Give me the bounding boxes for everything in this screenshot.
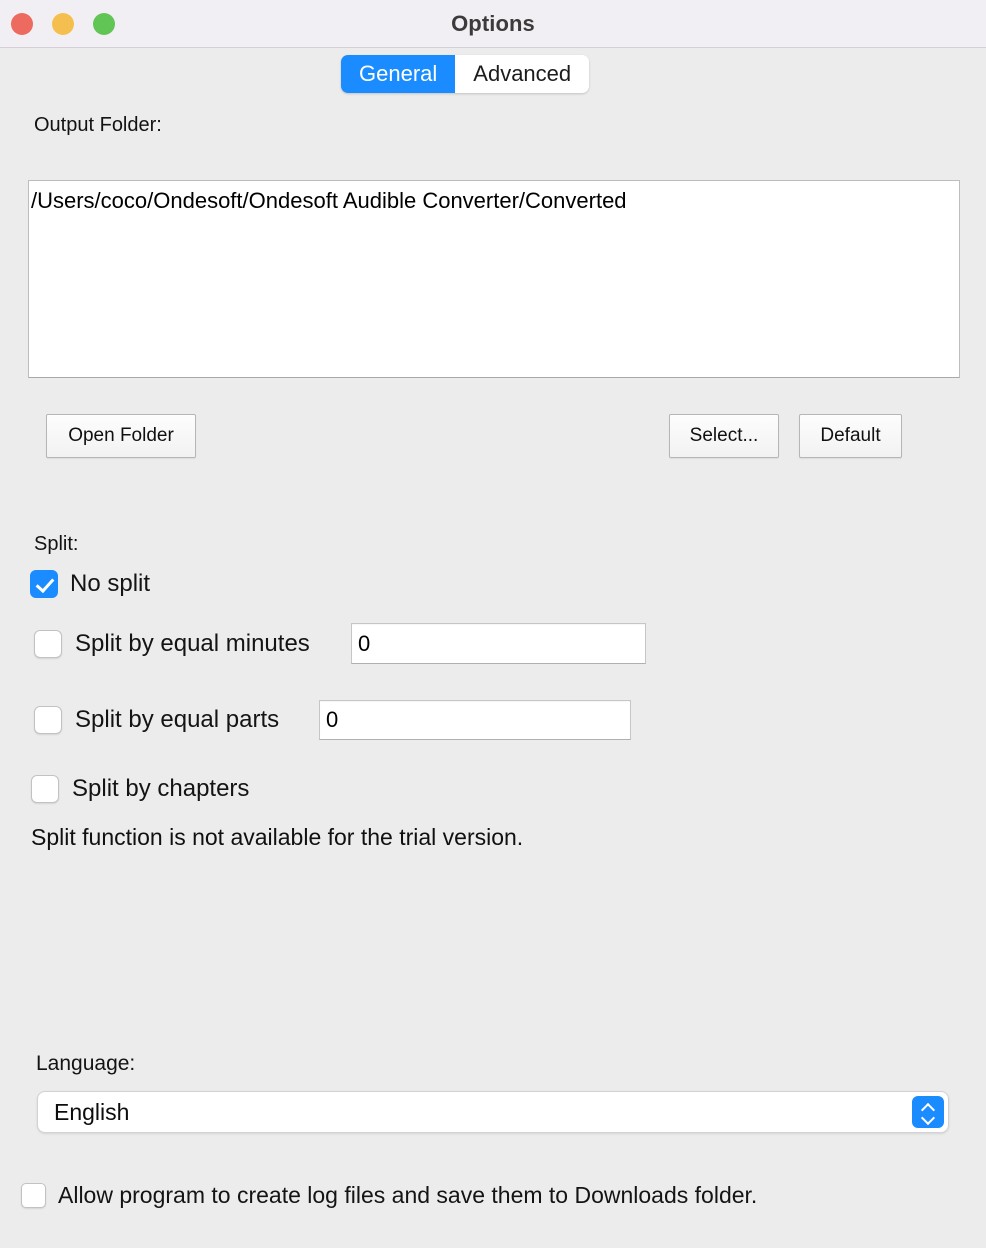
logging-option-label: Allow program to create log files and sa…: [58, 1182, 758, 1208]
select-folder-button[interactable]: Select...: [669, 414, 779, 458]
chevron-up-down-icon[interactable]: [912, 1096, 944, 1128]
split-option-chapters[interactable]: Split by chapters: [31, 775, 249, 803]
split-option-label: Split by equal parts: [75, 706, 280, 733]
checkbox-split-equal-minutes[interactable]: [34, 630, 62, 658]
output-folder-label: Output Folder:: [34, 114, 162, 136]
chevron-down-icon: [922, 1114, 934, 1121]
split-option-equal-parts[interactable]: Split by equal parts: [34, 706, 279, 734]
split-section-label: Split:: [34, 533, 79, 555]
tab-advanced[interactable]: Advanced: [455, 55, 590, 93]
language-selected-value: English: [54, 1098, 130, 1125]
checkbox-allow-log-files[interactable]: [21, 1183, 46, 1208]
split-option-label: Split by equal minutes: [75, 630, 310, 657]
language-dropdown[interactable]: English: [37, 1091, 949, 1133]
split-equal-minutes-input[interactable]: 0: [351, 623, 646, 664]
logging-option-row[interactable]: Allow program to create log files and sa…: [21, 1182, 757, 1209]
split-equal-minutes-value: 0: [358, 630, 371, 656]
checkbox-split-equal-parts[interactable]: [34, 706, 62, 734]
default-folder-button[interactable]: Default: [799, 414, 902, 458]
split-trial-notice: Split function is not available for the …: [31, 824, 524, 850]
window-title: Options: [451, 11, 535, 36]
output-folder-textarea[interactable]: /Users/coco/Ondesoft/Ondesoft Audible Co…: [28, 180, 960, 378]
split-option-equal-minutes[interactable]: Split by equal minutes: [34, 630, 310, 658]
split-equal-parts-value: 0: [326, 707, 339, 732]
options-window: Options General Advanced Output Folder: …: [0, 0, 986, 1248]
output-folder-path: /Users/coco/Ondesoft/Ondesoft Audible Co…: [31, 188, 627, 213]
open-folder-button[interactable]: Open Folder: [46, 414, 196, 458]
titlebar: Options: [0, 0, 986, 48]
checkbox-split-by-chapters[interactable]: [31, 775, 59, 803]
split-option-label: Split by chapters: [72, 775, 250, 802]
language-label: Language:: [36, 1052, 136, 1075]
tab-bar: General Advanced: [341, 55, 590, 93]
tab-general[interactable]: General: [341, 55, 456, 93]
split-option-no-split[interactable]: No split: [30, 570, 150, 598]
split-equal-parts-input[interactable]: 0: [319, 700, 631, 740]
checkbox-no-split[interactable]: [30, 570, 58, 598]
split-option-label: No split: [70, 570, 151, 597]
chevron-up-icon: [922, 1104, 934, 1111]
